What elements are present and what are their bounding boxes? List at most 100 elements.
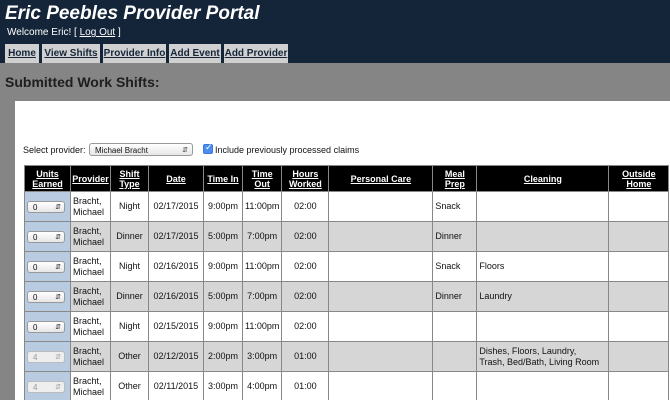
col-header-hours-worked[interactable]: Hours Worked [281, 165, 330, 192]
col-header-personal-care[interactable]: Personal Care [328, 165, 434, 192]
units-earned-select[interactable]: 4 ⇵ [27, 350, 65, 363]
col-header-units-earned[interactable]: Units Earned [24, 165, 71, 192]
welcome-text: Welcome Eric! [ [7, 27, 80, 38]
select-arrows-icon: ⇵ [55, 233, 61, 241]
provider-cell: Bracht, Michael [70, 191, 111, 222]
checkmark-icon: ✓ [205, 142, 213, 152]
provider-select[interactable]: Michael Bracht ⇵ [89, 143, 193, 156]
cleaning-cell: Laundry [476, 281, 610, 312]
time-out-cell: 3:00pm [241, 341, 283, 372]
meal-prep-cell: Snack [432, 191, 478, 222]
units-earned-select[interactable]: 0 ⇵ [27, 290, 65, 303]
include-processed-label: Include previously processed claims [215, 145, 360, 155]
logout-link[interactable]: Log Out [80, 27, 116, 38]
col-header-time-in[interactable]: Time In [203, 165, 243, 192]
portal-title: Eric Peebles Provider Portal [5, 3, 260, 24]
personal-care-cell [328, 251, 434, 282]
nav-home[interactable]: Home [5, 44, 39, 63]
col-header-provider[interactable]: Provider [70, 165, 111, 192]
cleaning-cell: Dishes, Floors, Laundry, Trash, Bed/Bath,… [476, 341, 610, 372]
select-arrows-icon: ⇵ [55, 293, 61, 301]
outside-home-cell [608, 281, 670, 312]
units-earned-select[interactable]: 0 ⇵ [27, 230, 65, 243]
time-in-cell: 9:00pm [203, 311, 243, 342]
table-header-row: Units Earned Provider Shift Type Date Time… [24, 165, 670, 192]
nav-provider-info[interactable]: Provider Info [103, 44, 166, 63]
hours-worked-cell: 02:00 [281, 311, 330, 342]
time-out-cell: 7:00pm [241, 281, 283, 312]
units-earned-value: 0 [33, 232, 38, 242]
select-arrows-icon: ⇵ [55, 353, 61, 361]
hours-worked-cell: 02:00 [281, 221, 330, 252]
welcome-message: Welcome Eric! [ Log Out ] [7, 27, 121, 38]
col-header-meal-prep[interactable]: Meal Prep [432, 165, 478, 192]
hours-worked-cell: 02:00 [281, 281, 330, 312]
include-processed-checkbox[interactable]: ✓ [203, 142, 213, 154]
meal-prep-cell: Dinner [432, 221, 478, 252]
provider-select-label: Select provider: [23, 145, 86, 155]
units-earned-cell: 0 ⇵ [24, 191, 71, 222]
welcome-close: ] [115, 27, 121, 38]
cleaning-cell: Floors [476, 251, 610, 282]
time-in-cell: 2:00pm [203, 341, 243, 372]
select-arrows-icon: ⇵ [182, 147, 188, 154]
provider-cell: Bracht, Michael [70, 341, 111, 372]
time-out-cell: 11:00pm [241, 311, 283, 342]
units-earned-select[interactable]: 0 ⇵ [27, 260, 65, 273]
table-body: 0 ⇵ Bracht, Michael Night 02/17/2015 9:00p… [24, 191, 670, 400]
col-header-outside-home[interactable]: Outside Home [608, 165, 670, 192]
time-in-cell: 9:00pm [203, 251, 243, 282]
shift-type-cell: Night [110, 251, 149, 282]
shift-type-cell: Night [110, 191, 149, 222]
date-cell: 02/17/2015 [148, 221, 204, 252]
personal-care-cell [328, 191, 434, 222]
units-earned-cell: 4 ⇵ [24, 371, 71, 400]
hours-worked-cell: 01:00 [281, 371, 330, 400]
units-earned-value: 0 [33, 292, 38, 302]
col-header-time-out[interactable]: Time Out [241, 165, 283, 192]
outside-home-cell [608, 371, 670, 400]
time-out-cell: 7:00pm [241, 221, 283, 252]
shift-type-cell: Other [110, 341, 149, 372]
time-in-cell: 3:00pm [203, 371, 243, 400]
units-earned-select[interactable]: 0 ⇵ [27, 200, 65, 213]
nav-add-event[interactable]: Add Event [169, 44, 221, 63]
outside-home-cell [608, 191, 670, 222]
select-arrows-icon: ⇵ [55, 263, 61, 271]
date-cell: 02/12/2015 [148, 341, 204, 372]
nav-add-provider[interactable]: Add Provider [224, 44, 288, 63]
units-earned-select[interactable]: 4 ⇵ [27, 380, 65, 393]
time-in-cell: 5:00pm [203, 281, 243, 312]
units-earned-value: 0 [33, 202, 38, 212]
table-row: 4 ⇵ Bracht, Michael Other 02/11/2015 3:00p… [24, 371, 670, 400]
date-cell: 02/17/2015 [148, 191, 204, 222]
provider-cell: Bracht, Michael [70, 221, 111, 252]
time-out-cell: 11:00pm [241, 191, 283, 222]
outside-home-cell [608, 251, 670, 282]
hours-worked-cell: 02:00 [281, 251, 330, 282]
col-header-date[interactable]: Date [148, 165, 204, 192]
personal-care-cell [328, 341, 434, 372]
col-header-cleaning[interactable]: Cleaning [476, 165, 610, 192]
units-earned-select[interactable]: 0 ⇵ [27, 320, 65, 333]
units-earned-value: 4 [33, 382, 38, 392]
table-row: 0 ⇵ Bracht, Michael Night 02/17/2015 9:00p… [24, 191, 670, 222]
units-earned-cell: 0 ⇵ [24, 251, 71, 282]
col-header-shift-type[interactable]: Shift Type [110, 165, 149, 192]
provider-cell: Bracht, Michael [70, 281, 111, 312]
table-row: 4 ⇵ Bracht, Michael Other 02/12/2015 2:00p… [24, 341, 670, 372]
time-in-cell: 5:00pm [203, 221, 243, 252]
hours-worked-cell: 02:00 [281, 191, 330, 222]
outside-home-cell [608, 311, 670, 342]
meal-prep-cell: Snack [432, 251, 478, 282]
portal-header: Eric Peebles Provider Portal Welcome Eri… [0, 0, 670, 63]
provider-select-value: Michael Bracht [95, 146, 148, 155]
personal-care-cell [328, 221, 434, 252]
personal-care-cell [328, 371, 434, 400]
cleaning-cell [476, 191, 610, 222]
meal-prep-cell [432, 311, 478, 342]
shift-type-cell: Dinner [110, 281, 149, 312]
nav-view-shifts[interactable]: View Shifts [42, 44, 100, 63]
date-cell: 02/15/2015 [148, 311, 204, 342]
meal-prep-cell [432, 371, 478, 400]
